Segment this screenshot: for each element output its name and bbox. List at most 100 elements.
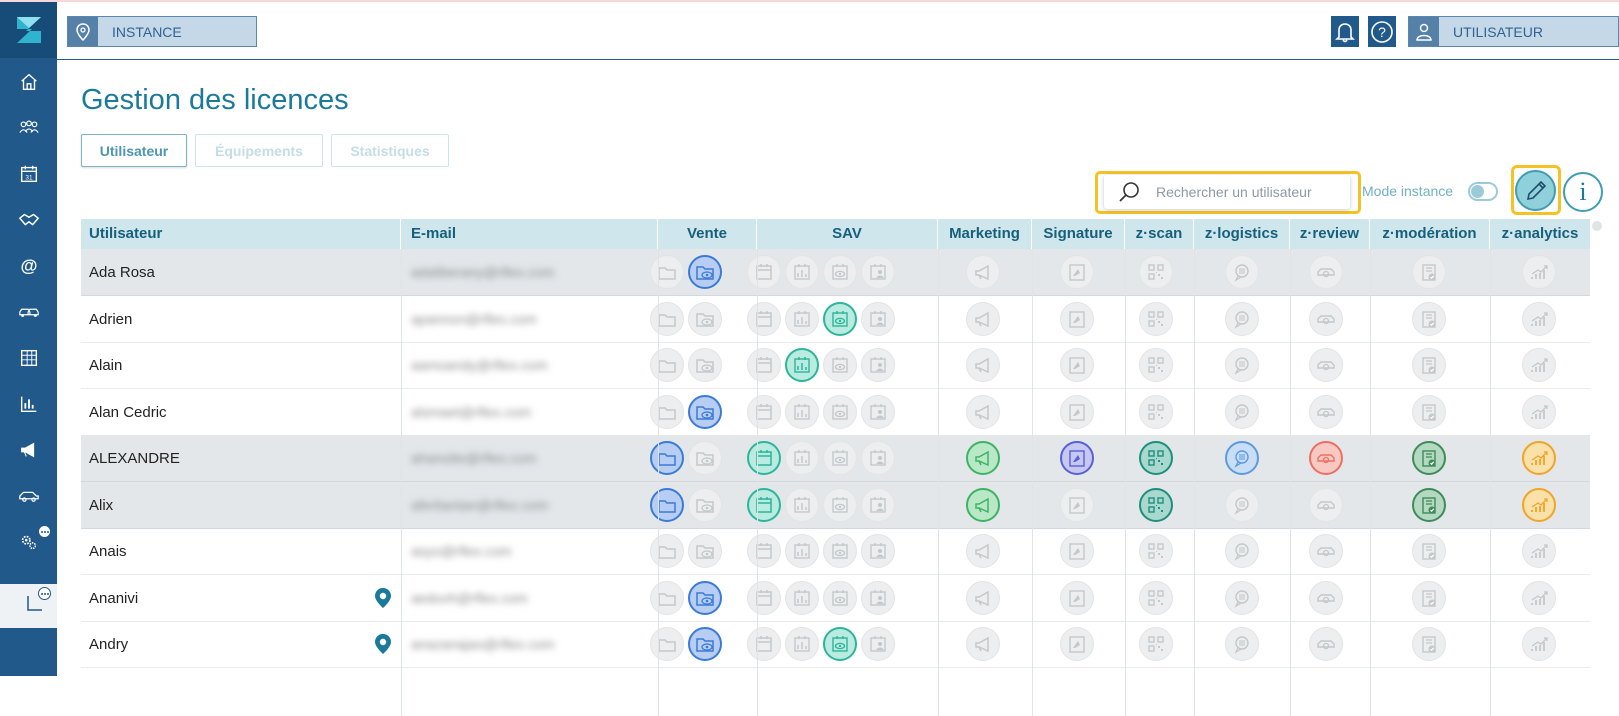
- table-row[interactable]: Alan Cedric alsmaet@rflex.com: [81, 389, 1590, 436]
- col-header-user[interactable]: Utilisateur: [81, 219, 401, 249]
- sidebar-item-team[interactable]: [0, 108, 57, 148]
- qr-code-icon[interactable]: [1139, 348, 1173, 382]
- calendar-chart-icon[interactable]: [785, 394, 819, 429]
- chat-bubble-icon[interactable]: [1225, 441, 1259, 475]
- table-row[interactable]: Alix afertiantan@rflex.com: [81, 481, 1590, 529]
- clipboard-check-icon[interactable]: [1412, 487, 1446, 522]
- calendar-user-icon[interactable]: [861, 255, 895, 289]
- megaphone-icon[interactable]: [966, 301, 1000, 336]
- settings-more-badge[interactable]: [38, 525, 51, 538]
- calendar-icon[interactable]: [747, 441, 781, 475]
- table-row[interactable]: Ananivi aeduvh@rflex.com: [81, 575, 1590, 622]
- megaphone-icon[interactable]: [966, 580, 1000, 615]
- trend-chart-icon[interactable]: [1522, 487, 1556, 522]
- help-button[interactable]: ?: [1368, 16, 1396, 47]
- calendar-user-icon[interactable]: [861, 301, 895, 336]
- folder-eye-icon[interactable]: [688, 255, 722, 289]
- tab-utilisateur[interactable]: Utilisateur: [81, 134, 187, 167]
- folder-icon[interactable]: [650, 255, 684, 289]
- col-header-zreview[interactable]: z·review: [1290, 219, 1370, 249]
- table-row[interactable]: Ada Rosa adaliberany@rflex.com: [81, 249, 1590, 296]
- calendar-eye-icon[interactable]: [823, 627, 857, 661]
- app-logo[interactable]: [0, 2, 57, 58]
- calendar-chart-icon[interactable]: [785, 580, 819, 615]
- notifications-button[interactable]: [1331, 16, 1359, 47]
- calendar-eye-icon[interactable]: [823, 534, 857, 568]
- clipboard-check-icon[interactable]: [1412, 580, 1446, 615]
- folder-icon[interactable]: [650, 301, 684, 336]
- calendar-user-icon[interactable]: [861, 394, 895, 429]
- calendar-chart-icon[interactable]: [785, 441, 819, 475]
- folder-icon[interactable]: [650, 580, 684, 615]
- calendar-icon[interactable]: [747, 394, 781, 429]
- folder-eye-icon[interactable]: [688, 394, 722, 429]
- megaphone-icon[interactable]: [966, 255, 1000, 289]
- sidebar-item-home[interactable]: [0, 62, 57, 102]
- qr-code-icon[interactable]: [1139, 394, 1173, 429]
- active-more-badge[interactable]: [38, 587, 51, 600]
- col-header-marketing[interactable]: Marketing: [938, 219, 1032, 249]
- clipboard-check-icon[interactable]: [1412, 301, 1446, 336]
- chat-bubble-icon[interactable]: [1225, 487, 1259, 522]
- instance-selector[interactable]: INSTANCE: [67, 16, 257, 47]
- folder-eye-icon[interactable]: [688, 580, 722, 615]
- tab-statistiques[interactable]: Statistiques: [331, 134, 449, 167]
- megaphone-icon[interactable]: [966, 348, 1000, 382]
- calendar-chart-icon[interactable]: [785, 534, 819, 568]
- signature-icon[interactable]: [1060, 255, 1094, 289]
- camera-car-icon[interactable]: [1309, 580, 1343, 615]
- calendar-icon[interactable]: [747, 301, 781, 336]
- qr-code-icon[interactable]: [1139, 580, 1173, 615]
- signature-icon[interactable]: [1060, 441, 1094, 475]
- calendar-eye-icon[interactable]: [823, 580, 857, 615]
- qr-code-icon[interactable]: [1139, 487, 1173, 522]
- sidebar-item-calendar[interactable]: 31: [0, 154, 57, 194]
- mode-instance-toggle[interactable]: [1468, 182, 1498, 201]
- qr-code-icon[interactable]: [1139, 627, 1173, 661]
- clipboard-check-icon[interactable]: [1412, 534, 1446, 568]
- col-header-vente[interactable]: Vente: [658, 219, 757, 249]
- camera-car-icon[interactable]: [1309, 441, 1343, 475]
- megaphone-icon[interactable]: [966, 487, 1000, 522]
- folder-eye-icon[interactable]: [688, 301, 722, 336]
- calendar-user-icon[interactable]: [861, 534, 895, 568]
- calendar-chart-icon[interactable]: [785, 627, 819, 661]
- signature-icon[interactable]: [1060, 301, 1094, 336]
- trend-chart-icon[interactable]: [1522, 348, 1556, 382]
- calendar-eye-icon[interactable]: [823, 348, 857, 382]
- chat-bubble-icon[interactable]: [1225, 580, 1259, 615]
- sidebar-item-car[interactable]: [0, 476, 57, 516]
- signature-icon[interactable]: [1060, 487, 1094, 522]
- calendar-eye-icon[interactable]: [823, 441, 857, 475]
- col-header-signature[interactable]: Signature: [1032, 219, 1125, 249]
- calendar-user-icon[interactable]: [861, 441, 895, 475]
- trend-chart-icon[interactable]: [1522, 627, 1556, 661]
- folder-icon[interactable]: [650, 487, 684, 522]
- chat-bubble-icon[interactable]: [1225, 394, 1259, 429]
- search-box[interactable]: [1104, 175, 1350, 209]
- calendar-user-icon[interactable]: [861, 487, 895, 522]
- folder-icon[interactable]: [650, 348, 684, 382]
- qr-code-icon[interactable]: [1139, 441, 1173, 475]
- calendar-chart-icon[interactable]: [785, 255, 819, 289]
- signature-icon[interactable]: [1060, 580, 1094, 615]
- qr-code-icon[interactable]: [1139, 255, 1173, 289]
- col-header-zanalytics[interactable]: z·analytics: [1490, 219, 1590, 249]
- search-input[interactable]: [1156, 184, 1346, 200]
- camera-car-icon[interactable]: [1309, 255, 1343, 289]
- folder-eye-icon[interactable]: [688, 487, 722, 522]
- camera-car-icon[interactable]: [1309, 394, 1343, 429]
- megaphone-icon[interactable]: [966, 441, 1000, 475]
- calendar-icon[interactable]: [747, 534, 781, 568]
- camera-car-icon[interactable]: [1309, 627, 1343, 661]
- chat-bubble-icon[interactable]: [1225, 348, 1259, 382]
- trend-chart-icon[interactable]: [1522, 441, 1556, 475]
- folder-icon[interactable]: [650, 394, 684, 429]
- sidebar-item-vehicles[interactable]: [0, 292, 57, 332]
- col-header-zmoderation[interactable]: z·modération: [1370, 219, 1490, 249]
- camera-car-icon[interactable]: [1309, 301, 1343, 336]
- trend-chart-icon[interactable]: [1522, 255, 1556, 289]
- clipboard-check-icon[interactable]: [1412, 348, 1446, 382]
- sidebar-item-marketing[interactable]: [0, 430, 57, 470]
- trend-chart-icon[interactable]: [1522, 394, 1556, 429]
